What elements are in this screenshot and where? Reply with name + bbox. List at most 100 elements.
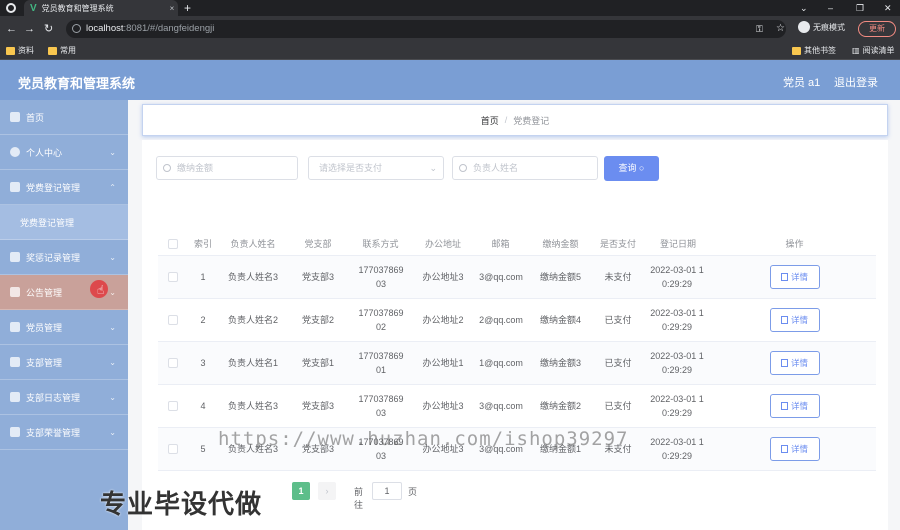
cell-date: 2022-03-01 10:29:29: [650, 265, 704, 289]
folder-icon: [48, 47, 57, 55]
column-header: 联系方式: [362, 239, 399, 249]
document-icon: [780, 445, 788, 453]
star-icon[interactable]: ☆: [776, 21, 785, 37]
tab-search-icon[interactable]: ⌄: [800, 0, 808, 16]
sidebar-item-dues[interactable]: 党费登记管理 ⌃: [0, 170, 128, 205]
sidebar-item-profile[interactable]: 个人中心 ⌄: [0, 135, 128, 170]
browser-tab[interactable]: V 党员教育和管理系统 ×: [24, 0, 178, 16]
key-icon[interactable]: ⚿: [756, 21, 763, 37]
table-row: 3 负责人姓名1 党支部1 17703786901 办公地址1 1@qq.com…: [158, 342, 876, 385]
breadcrumb-separator: /: [504, 115, 508, 125]
select-all-checkbox[interactable]: [168, 239, 178, 249]
sidebar-subitem-dues[interactable]: 党费登记管理: [0, 205, 128, 240]
name-search-input[interactable]: 负责人姓名: [452, 156, 598, 180]
chart-icon: [10, 427, 20, 437]
column-header: 邮箱: [491, 239, 510, 249]
detail-button[interactable]: 详情: [769, 394, 820, 418]
incognito-icon: [798, 21, 810, 33]
sidebar-item-notice[interactable]: 公告管理 ⌄: [0, 275, 128, 310]
folder-icon: [792, 47, 801, 55]
address-bar[interactable]: localhost:8081/#/dangfeidengji: [66, 20, 786, 38]
site-info-icon[interactable]: [72, 24, 81, 33]
detail-button[interactable]: 详情: [769, 265, 820, 289]
sidebar-item-members[interactable]: 党员管理 ⌄: [0, 310, 128, 345]
chevron-down-icon: ⌄: [109, 287, 116, 297]
sidebar: 首页 个人中心 ⌄ 党费登记管理 ⌃ 党费登记管理 奖惩记录管理 ⌄ 公告管理 …: [0, 100, 128, 530]
search-icon: ○: [639, 163, 645, 173]
row-checkbox[interactable]: [168, 315, 178, 325]
app-header: 党员教育和管理系统 党员 a1 退出登录: [0, 60, 900, 100]
chevron-down-icon: ⌄: [109, 392, 116, 402]
bookmark-folder[interactable]: 常用: [48, 45, 76, 57]
reload-icon[interactable]: ↻: [44, 21, 53, 37]
cell-paid: 未支付: [604, 272, 632, 282]
reading-list[interactable]: ▥ 阅读清单: [852, 45, 895, 57]
cell-amount: 缴纳金额3: [539, 358, 581, 368]
cell-email: 3@qq.com: [479, 401, 523, 411]
minimize-icon[interactable]: –: [828, 0, 833, 16]
cell-branch: 党支部1: [301, 358, 334, 368]
log-icon: [10, 392, 20, 402]
home-icon: [10, 112, 20, 122]
content-panel: 缴纳金额 请选择是否支付 ⌄ 负责人姓名 查询 ○ 索引 负责人姓名 党支部 联…: [142, 140, 888, 530]
cell-phone: 17703786903: [358, 265, 404, 289]
column-header: 党支部: [304, 239, 332, 249]
sidebar-item-branch[interactable]: 支部管理 ⌄: [0, 345, 128, 380]
bookmark-label: 阅读清单: [862, 46, 895, 55]
query-button[interactable]: 查询 ○: [604, 156, 659, 181]
breadcrumb: 首页 / 党费登记: [142, 104, 888, 136]
shield-icon: [10, 357, 20, 367]
goto-page-input[interactable]: 1: [372, 482, 402, 500]
sidebar-item-label: 支部荣誉管理: [26, 427, 81, 438]
next-page-button[interactable]: ›: [318, 482, 336, 500]
forward-icon[interactable]: →: [24, 21, 35, 37]
incognito-indicator[interactable]: 无痕模式: [798, 21, 845, 33]
detail-button[interactable]: 详情: [769, 437, 820, 461]
row-checkbox[interactable]: [168, 272, 178, 282]
sidebar-item-branch-honor[interactable]: 支部荣誉管理 ⌄: [0, 415, 128, 450]
back-icon[interactable]: ←: [6, 21, 17, 37]
detail-label: 详情: [790, 358, 808, 368]
detail-button[interactable]: 详情: [769, 308, 820, 332]
bookmark-label: 其他书签: [804, 46, 836, 55]
new-tab-icon[interactable]: +: [184, 0, 191, 16]
row-checkbox[interactable]: [168, 444, 178, 454]
detail-button[interactable]: 详情: [769, 351, 820, 375]
query-label: 查询: [618, 163, 637, 173]
cell-branch: 党支部3: [301, 272, 334, 282]
paid-status-select[interactable]: 请选择是否支付 ⌄: [308, 156, 444, 180]
cell-date: 2022-03-01 10:29:29: [650, 308, 704, 332]
paid-placeholder: 请选择是否支付: [319, 163, 383, 173]
amount-search-input[interactable]: 缴纳金额: [156, 156, 298, 180]
cell-paid: 已支付: [604, 315, 632, 325]
url-path: :8081/#/dangfeidengji: [123, 23, 215, 34]
document-icon: [780, 402, 788, 410]
sidebar-item-home[interactable]: 首页: [0, 100, 128, 135]
breadcrumb-home[interactable]: 首页: [481, 114, 499, 127]
cell-date: 2022-03-01 10:29:29: [650, 437, 704, 461]
maximize-icon[interactable]: ❐: [856, 0, 864, 16]
cell-index: 5: [200, 444, 206, 454]
cell-name: 负责人姓名3: [227, 401, 278, 411]
window-close-icon[interactable]: ✕: [884, 0, 892, 16]
amount-placeholder: 缴纳金额: [177, 163, 214, 173]
logout-link[interactable]: 退出登录: [834, 74, 878, 90]
row-checkbox[interactable]: [168, 401, 178, 411]
cell-email: 2@qq.com: [479, 315, 523, 325]
bookmark-folder[interactable]: 资料: [6, 45, 34, 57]
cell-address: 办公地址3: [422, 272, 464, 282]
tab-close-icon[interactable]: ×: [166, 4, 178, 13]
column-header: 办公地址: [424, 239, 461, 249]
vue-favicon-icon: V: [30, 2, 37, 14]
row-checkbox[interactable]: [168, 358, 178, 368]
cell-index: 4: [200, 401, 206, 411]
update-button[interactable]: 更新: [858, 21, 896, 37]
page-number-current[interactable]: 1: [292, 482, 310, 500]
table-row: 1 负责人姓名3 党支部3 17703786903 办公地址3 3@qq.com…: [158, 256, 876, 299]
cell-phone: 17703786902: [358, 308, 404, 332]
award-icon: [10, 252, 20, 262]
bookmark-folder[interactable]: 其他书签: [792, 45, 836, 57]
sidebar-item-rewards[interactable]: 奖惩记录管理 ⌄: [0, 240, 128, 275]
detail-label: 详情: [790, 315, 808, 325]
sidebar-item-branch-log[interactable]: 支部日志管理 ⌄: [0, 380, 128, 415]
